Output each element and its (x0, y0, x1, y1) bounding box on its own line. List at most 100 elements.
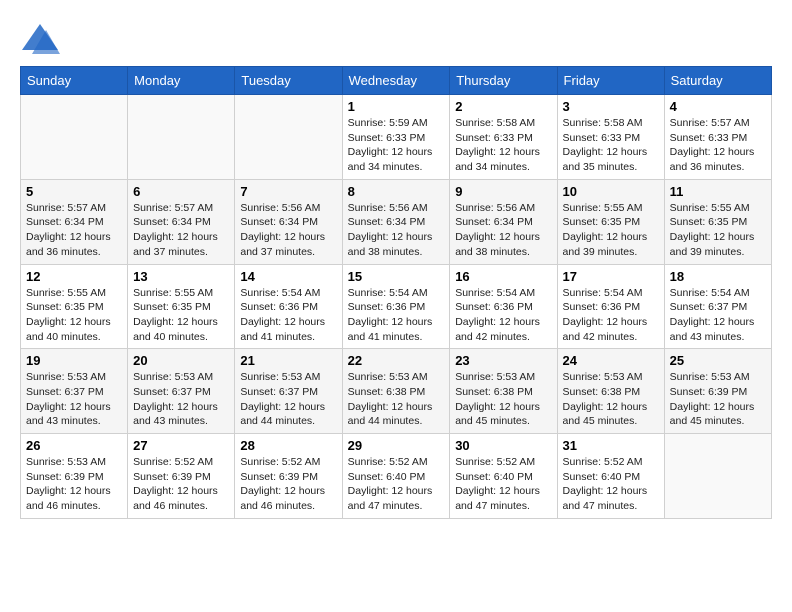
day-info: Sunrise: 5:53 AM Sunset: 6:39 PM Dayligh… (670, 370, 766, 429)
day-info: Sunrise: 5:59 AM Sunset: 6:33 PM Dayligh… (348, 116, 445, 175)
calendar-cell: 1 Sunrise: 5:59 AM Sunset: 6:33 PM Daylig… (342, 95, 450, 180)
day-info: Sunrise: 5:52 AM Sunset: 6:39 PM Dayligh… (133, 455, 229, 514)
calendar-week-row: 26 Sunrise: 5:53 AM Sunset: 6:39 PM Dayli… (21, 434, 772, 519)
calendar-week-row: 1 Sunrise: 5:59 AM Sunset: 6:33 PM Daylig… (21, 95, 772, 180)
day-number: 20 (133, 353, 229, 368)
calendar-cell: 10 Sunrise: 5:55 AM Sunset: 6:35 PM Dayli… (557, 179, 664, 264)
calendar-cell: 25 Sunrise: 5:53 AM Sunset: 6:39 PM Dayli… (664, 349, 771, 434)
day-info: Sunrise: 5:54 AM Sunset: 6:36 PM Dayligh… (563, 286, 659, 345)
day-info: Sunrise: 5:58 AM Sunset: 6:33 PM Dayligh… (563, 116, 659, 175)
weekday-header-monday: Monday (128, 67, 235, 95)
calendar-cell: 4 Sunrise: 5:57 AM Sunset: 6:33 PM Daylig… (664, 95, 771, 180)
calendar-cell: 21 Sunrise: 5:53 AM Sunset: 6:37 PM Dayli… (235, 349, 342, 434)
calendar-cell (235, 95, 342, 180)
calendar-cell (128, 95, 235, 180)
calendar-cell (21, 95, 128, 180)
calendar-cell: 27 Sunrise: 5:52 AM Sunset: 6:39 PM Dayli… (128, 434, 235, 519)
calendar-cell: 8 Sunrise: 5:56 AM Sunset: 6:34 PM Daylig… (342, 179, 450, 264)
day-number: 5 (26, 184, 122, 199)
day-info: Sunrise: 5:53 AM Sunset: 6:38 PM Dayligh… (563, 370, 659, 429)
day-number: 7 (240, 184, 336, 199)
calendar-cell: 31 Sunrise: 5:52 AM Sunset: 6:40 PM Dayli… (557, 434, 664, 519)
day-number: 1 (348, 99, 445, 114)
day-number: 16 (455, 269, 551, 284)
weekday-header-sunday: Sunday (21, 67, 128, 95)
day-number: 27 (133, 438, 229, 453)
day-number: 8 (348, 184, 445, 199)
day-number: 23 (455, 353, 551, 368)
weekday-header-thursday: Thursday (450, 67, 557, 95)
day-number: 14 (240, 269, 336, 284)
day-info: Sunrise: 5:53 AM Sunset: 6:38 PM Dayligh… (348, 370, 445, 429)
day-info: Sunrise: 5:56 AM Sunset: 6:34 PM Dayligh… (240, 201, 336, 260)
calendar-cell: 5 Sunrise: 5:57 AM Sunset: 6:34 PM Daylig… (21, 179, 128, 264)
day-info: Sunrise: 5:56 AM Sunset: 6:34 PM Dayligh… (455, 201, 551, 260)
day-info: Sunrise: 5:53 AM Sunset: 6:37 PM Dayligh… (26, 370, 122, 429)
day-info: Sunrise: 5:53 AM Sunset: 6:39 PM Dayligh… (26, 455, 122, 514)
calendar-cell: 28 Sunrise: 5:52 AM Sunset: 6:39 PM Dayli… (235, 434, 342, 519)
calendar-cell: 17 Sunrise: 5:54 AM Sunset: 6:36 PM Dayli… (557, 264, 664, 349)
day-number: 26 (26, 438, 122, 453)
calendar-cell: 19Sunrise: 5:53 AM Sunset: 6:37 PM Dayli… (21, 349, 128, 434)
day-number: 9 (455, 184, 551, 199)
day-info: Sunrise: 5:55 AM Sunset: 6:35 PM Dayligh… (563, 201, 659, 260)
day-number: 11 (670, 184, 766, 199)
day-info: Sunrise: 5:53 AM Sunset: 6:38 PM Dayligh… (455, 370, 551, 429)
calendar-cell: 22 Sunrise: 5:53 AM Sunset: 6:38 PM Dayli… (342, 349, 450, 434)
day-number: 13 (133, 269, 229, 284)
calendar-cell: 30Sunrise: 5:52 AM Sunset: 6:40 PM Dayli… (450, 434, 557, 519)
calendar-cell: 15 Sunrise: 5:54 AM Sunset: 6:36 PM Dayli… (342, 264, 450, 349)
day-number: 24 (563, 353, 659, 368)
calendar-cell: 16 Sunrise: 5:54 AM Sunset: 6:36 PM Dayli… (450, 264, 557, 349)
calendar-cell: 26 Sunrise: 5:53 AM Sunset: 6:39 PM Dayli… (21, 434, 128, 519)
day-info: Sunrise: 5:52 AM Sunset: 6:40 PM Dayligh… (563, 455, 659, 514)
logo (20, 20, 64, 56)
day-number: 29 (348, 438, 445, 453)
calendar-cell: 6Sunrise: 5:57 AM Sunset: 6:34 PM Daylig… (128, 179, 235, 264)
day-info: Sunrise: 5:52 AM Sunset: 6:39 PM Dayligh… (240, 455, 336, 514)
day-info: Sunrise: 5:57 AM Sunset: 6:34 PM Dayligh… (26, 201, 122, 260)
day-number: 17 (563, 269, 659, 284)
day-number: 18 (670, 269, 766, 284)
calendar-cell: 29 Sunrise: 5:52 AM Sunset: 6:40 PM Dayli… (342, 434, 450, 519)
day-number: 4 (670, 99, 766, 114)
day-number: 22 (348, 353, 445, 368)
calendar-header-row: SundayMondayTuesdayWednesdayThursdayFrid… (21, 67, 772, 95)
day-info: Sunrise: 5:55 AM Sunset: 6:35 PM Dayligh… (26, 286, 122, 345)
day-number: 3 (563, 99, 659, 114)
day-info: Sunrise: 5:57 AM Sunset: 6:33 PM Dayligh… (670, 116, 766, 175)
day-number: 15 (348, 269, 445, 284)
day-info: Sunrise: 5:54 AM Sunset: 6:36 PM Dayligh… (348, 286, 445, 345)
calendar-cell (664, 434, 771, 519)
day-info: Sunrise: 5:58 AM Sunset: 6:33 PM Dayligh… (455, 116, 551, 175)
logo-icon (20, 20, 60, 56)
day-info: Sunrise: 5:53 AM Sunset: 6:37 PM Dayligh… (133, 370, 229, 429)
page-header (20, 20, 772, 56)
day-info: Sunrise: 5:52 AM Sunset: 6:40 PM Dayligh… (348, 455, 445, 514)
day-info: Sunrise: 5:55 AM Sunset: 6:35 PM Dayligh… (133, 286, 229, 345)
calendar-cell: 2 Sunrise: 5:58 AM Sunset: 6:33 PM Daylig… (450, 95, 557, 180)
day-number: 28 (240, 438, 336, 453)
weekday-header-tuesday: Tuesday (235, 67, 342, 95)
day-number: 31 (563, 438, 659, 453)
day-number: 25 (670, 353, 766, 368)
calendar-cell: 23 Sunrise: 5:53 AM Sunset: 6:38 PM Dayli… (450, 349, 557, 434)
calendar-cell: 12 Sunrise: 5:55 AM Sunset: 6:35 PM Dayli… (21, 264, 128, 349)
day-number: 21 (240, 353, 336, 368)
day-info: Sunrise: 5:55 AM Sunset: 6:35 PM Dayligh… (670, 201, 766, 260)
day-info: Sunrise: 5:52 AM Sunset: 6:40 PM Dayligh… (455, 455, 551, 514)
day-info: Sunrise: 5:56 AM Sunset: 6:34 PM Dayligh… (348, 201, 445, 260)
day-number: 10 (563, 184, 659, 199)
calendar-cell: 24 Sunrise: 5:53 AM Sunset: 6:38 PM Dayli… (557, 349, 664, 434)
day-number: 12 (26, 269, 122, 284)
day-number: 6 (133, 184, 229, 199)
calendar-table: SundayMondayTuesdayWednesdayThursdayFrid… (20, 66, 772, 519)
day-info: Sunrise: 5:53 AM Sunset: 6:37 PM Dayligh… (240, 370, 336, 429)
calendar-week-row: 19Sunrise: 5:53 AM Sunset: 6:37 PM Dayli… (21, 349, 772, 434)
calendar-week-row: 12 Sunrise: 5:55 AM Sunset: 6:35 PM Dayli… (21, 264, 772, 349)
day-number: 2 (455, 99, 551, 114)
calendar-cell: 14Sunrise: 5:54 AM Sunset: 6:36 PM Dayli… (235, 264, 342, 349)
calendar-cell: 13 Sunrise: 5:55 AM Sunset: 6:35 PM Dayli… (128, 264, 235, 349)
day-info: Sunrise: 5:54 AM Sunset: 6:36 PM Dayligh… (455, 286, 551, 345)
calendar-cell: 9 Sunrise: 5:56 AM Sunset: 6:34 PM Daylig… (450, 179, 557, 264)
